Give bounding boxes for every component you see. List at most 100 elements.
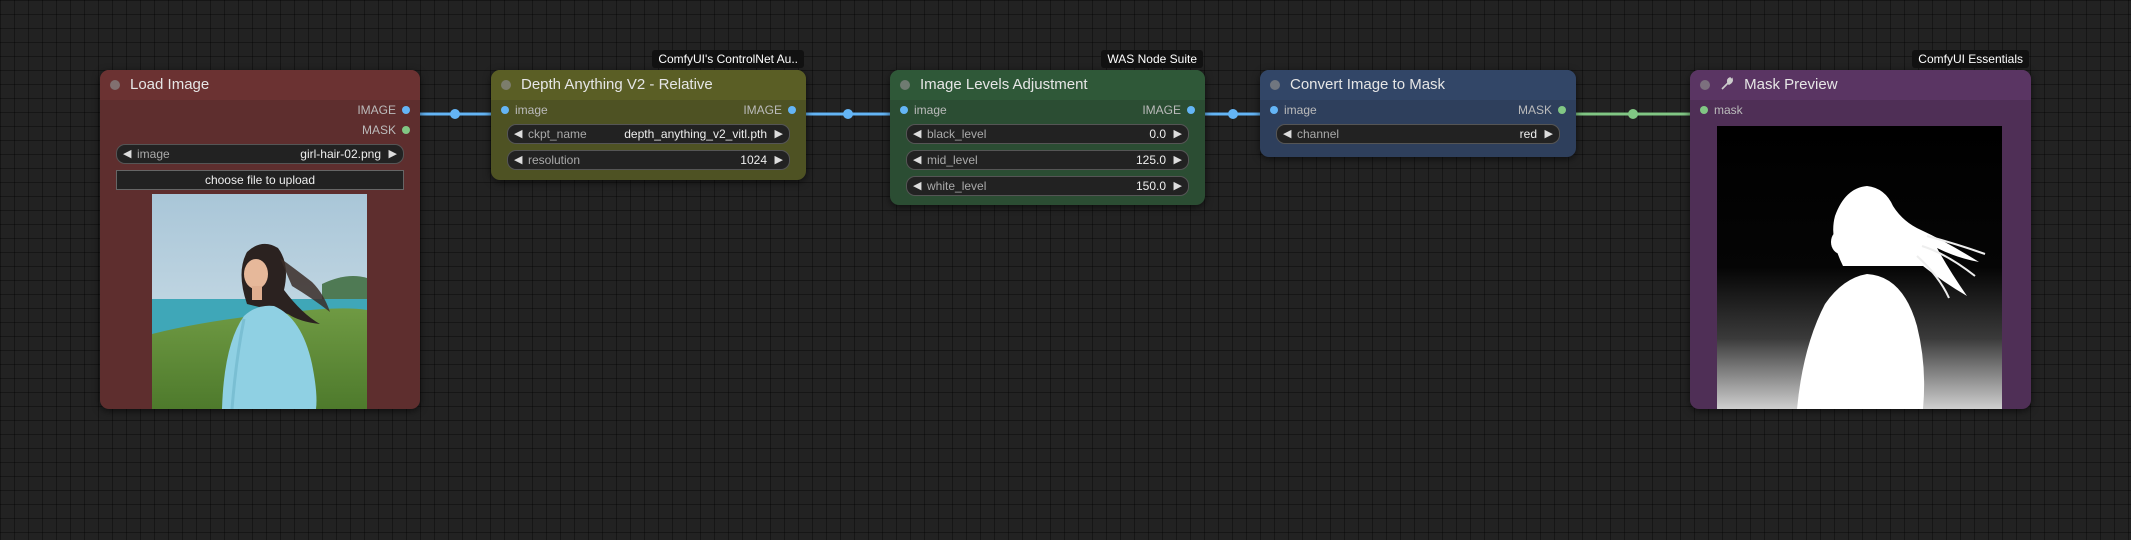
wire-midpoint — [843, 109, 853, 119]
left-triangle-icon[interactable]: ◀ — [913, 151, 921, 169]
white-level-widget[interactable]: ◀ white_level 150.0 ▶ — [906, 176, 1189, 196]
right-triangle-icon[interactable]: ▶ — [1174, 151, 1182, 169]
left-triangle-icon[interactable]: ◀ — [123, 145, 131, 163]
collapse-dot-icon[interactable] — [110, 80, 120, 90]
input-slot-image[interactable]: image — [501, 100, 548, 120]
wrench-icon — [1720, 76, 1738, 93]
slot-label: IMAGE — [1142, 103, 1181, 117]
output-slot-image[interactable]: IMAGE — [357, 100, 410, 120]
output-row-image: IMAGE — [100, 100, 420, 120]
widget-name: black_level — [927, 127, 987, 141]
io-row: image IMAGE — [491, 100, 806, 120]
slot-label: MASK — [361, 123, 396, 137]
depth-anything-node[interactable]: ComfyUI's ControlNet Au.. Depth Anything… — [491, 50, 806, 180]
load-image-node[interactable]: Load Image IMAGE MASK ◀ image girl-hair-… — [100, 70, 420, 409]
channel-widget[interactable]: ◀ channel red ▶ — [1276, 124, 1560, 144]
left-triangle-icon[interactable]: ◀ — [1283, 125, 1291, 143]
right-triangle-icon[interactable]: ▶ — [775, 151, 783, 169]
mask-preview-image — [1717, 126, 2002, 409]
widget-name: image — [137, 147, 170, 161]
widget-value: 0.0 — [1149, 127, 1166, 141]
collapse-dot-icon[interactable] — [501, 80, 511, 90]
widget-name: white_level — [927, 179, 987, 193]
right-triangle-icon[interactable]: ▶ — [1545, 125, 1553, 143]
node-title-bar[interactable]: Mask Preview — [1690, 70, 2031, 100]
node-title: Image Levels Adjustment — [920, 76, 1088, 93]
collapse-dot-icon[interactable] — [1700, 80, 1710, 90]
output-row-mask: MASK — [100, 120, 420, 140]
input-port-icon[interactable] — [501, 106, 509, 114]
output-port-icon[interactable] — [402, 126, 410, 134]
resolution-widget[interactable]: ◀ resolution 1024 ▶ — [507, 150, 790, 170]
slot-label: image — [515, 103, 548, 117]
output-port-icon[interactable] — [402, 106, 410, 114]
input-port-icon[interactable] — [1270, 106, 1278, 114]
right-triangle-icon[interactable]: ▶ — [1174, 177, 1182, 195]
widget-name: resolution — [528, 153, 581, 167]
io-row: image IMAGE — [890, 100, 1205, 120]
ckpt-name-widget[interactable]: ◀ ckpt_name depth_anything_v2_vitl.pth ▶ — [507, 124, 790, 144]
widget-value: 125.0 — [1135, 153, 1166, 167]
slot-label: mask — [1714, 103, 1743, 117]
widget-value: depth_anything_v2_vitl.pth — [624, 127, 767, 141]
node-title-bar[interactable]: Load Image — [100, 70, 420, 100]
left-triangle-icon[interactable]: ◀ — [514, 125, 522, 143]
convert-image-to-mask-node[interactable]: Convert Image to Mask image MASK ◀ chann… — [1260, 70, 1576, 157]
widget-name: channel — [1297, 127, 1340, 141]
slot-label: IMAGE — [743, 103, 782, 117]
widget-name: mid_level — [927, 153, 978, 167]
slot-label: image — [1284, 103, 1317, 117]
left-triangle-icon[interactable]: ◀ — [913, 125, 921, 143]
io-row: mask — [1690, 100, 2031, 120]
collapse-dot-icon[interactable] — [900, 80, 910, 90]
output-slot-image[interactable]: IMAGE — [1142, 100, 1195, 120]
photo-graphic — [152, 194, 367, 409]
widget-value: red — [1519, 127, 1537, 141]
input-slot-mask[interactable]: mask — [1700, 100, 1743, 120]
output-port-icon[interactable] — [1558, 106, 1566, 114]
node-title: Load Image — [130, 76, 210, 93]
right-triangle-icon[interactable]: ▶ — [1174, 125, 1182, 143]
slot-label: MASK — [1517, 103, 1552, 117]
slot-label: image — [914, 103, 947, 117]
node-badge: WAS Node Suite — [1101, 50, 1203, 68]
mask-graphic — [1717, 126, 2002, 409]
widget-name: ckpt_name — [528, 127, 587, 141]
image-combo-widget[interactable]: ◀ image girl-hair-02.png ▶ — [116, 144, 404, 164]
wire-midpoint — [1628, 109, 1638, 119]
input-port-icon[interactable] — [1700, 106, 1708, 114]
node-title-bar[interactable]: Depth Anything V2 - Relative — [491, 70, 806, 100]
node-badge: ComfyUI's ControlNet Au.. — [652, 50, 804, 68]
node-title: Mask Preview — [1744, 76, 1838, 93]
right-triangle-icon[interactable]: ▶ — [775, 125, 783, 143]
left-triangle-icon[interactable]: ◀ — [514, 151, 522, 169]
node-title-bar[interactable]: Image Levels Adjustment — [890, 70, 1205, 100]
widget-value: 150.0 — [1135, 179, 1166, 193]
wire-midpoint — [1228, 109, 1238, 119]
output-port-icon[interactable] — [1187, 106, 1195, 114]
widget-value: girl-hair-02.png — [300, 147, 381, 161]
output-slot-mask[interactable]: MASK — [362, 120, 410, 140]
node-title-bar[interactable]: Convert Image to Mask — [1260, 70, 1576, 100]
wire-midpoint — [450, 109, 460, 119]
input-port-icon[interactable] — [900, 106, 908, 114]
upload-button[interactable]: choose file to upload — [116, 170, 404, 190]
widget-value: 1024 — [740, 153, 767, 167]
black-level-widget[interactable]: ◀ black_level 0.0 ▶ — [906, 124, 1189, 144]
output-port-icon[interactable] — [788, 106, 796, 114]
left-triangle-icon[interactable]: ◀ — [913, 177, 921, 195]
input-slot-image[interactable]: image — [900, 100, 947, 120]
io-row: image MASK — [1260, 100, 1576, 120]
slot-label: IMAGE — [357, 103, 396, 117]
collapse-dot-icon[interactable] — [1270, 80, 1280, 90]
mid-level-widget[interactable]: ◀ mid_level 125.0 ▶ — [906, 150, 1189, 170]
node-badge: ComfyUI Essentials — [1912, 50, 2029, 68]
input-slot-image[interactable]: image — [1270, 100, 1317, 120]
image-levels-node[interactable]: WAS Node Suite Image Levels Adjustment i… — [890, 50, 1205, 205]
node-title: Convert Image to Mask — [1290, 76, 1446, 93]
right-triangle-icon[interactable]: ▶ — [389, 145, 397, 163]
mask-preview-node[interactable]: ComfyUI Essentials Mask Preview mask — [1690, 50, 2031, 409]
image-preview — [152, 194, 367, 409]
output-slot-image[interactable]: IMAGE — [743, 100, 796, 120]
output-slot-mask[interactable]: MASK — [1518, 100, 1566, 120]
